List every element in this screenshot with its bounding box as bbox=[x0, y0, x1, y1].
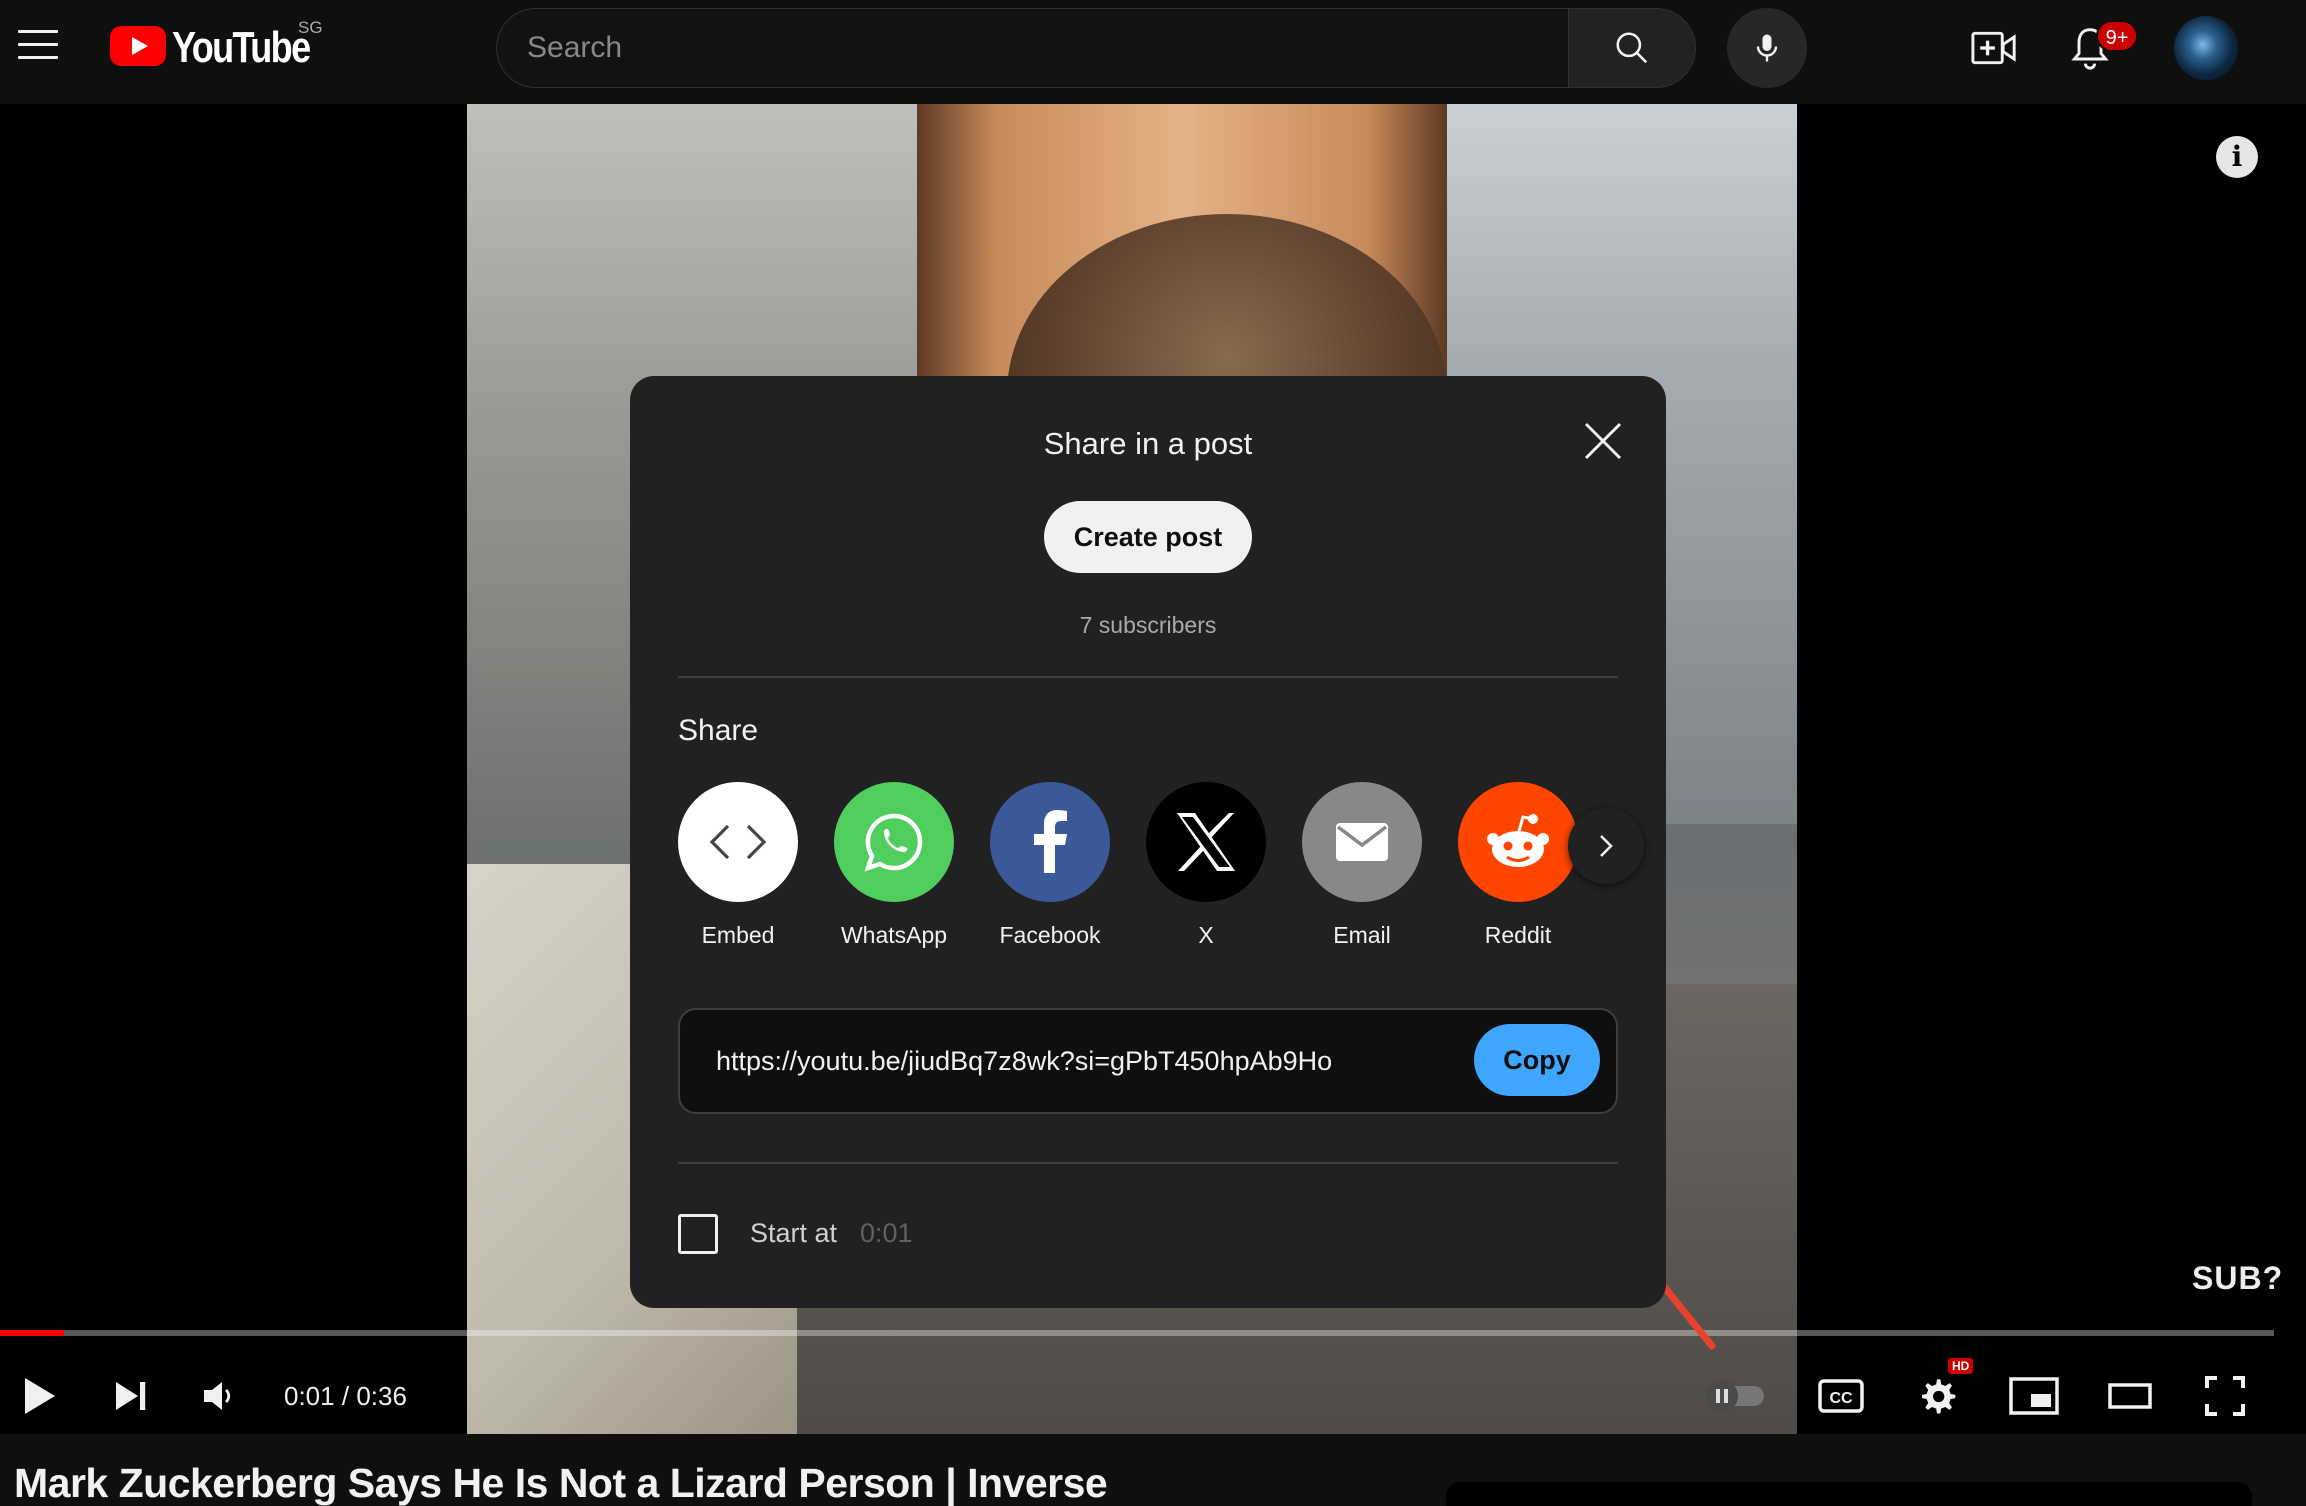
dialog-title: Share in a post bbox=[1043, 426, 1253, 461]
create-post-button[interactable]: Create post bbox=[1044, 501, 1252, 573]
whatsapp-icon bbox=[834, 782, 954, 902]
volume-button[interactable] bbox=[196, 1366, 240, 1426]
notification-count-badge: 9+ bbox=[2096, 20, 2138, 52]
country-code: SG bbox=[298, 18, 323, 37]
share-target-label: Embed bbox=[701, 922, 775, 948]
video-add-icon bbox=[1971, 31, 2016, 65]
theater-mode-button[interactable] bbox=[2106, 1366, 2154, 1426]
share-dialog: Share in a post Create post 7 subscriber… bbox=[630, 376, 1666, 1308]
closed-captions-icon: CC bbox=[1818, 1379, 1864, 1413]
progress-bar[interactable] bbox=[0, 1330, 2274, 1336]
fullscreen-icon bbox=[2205, 1376, 2245, 1416]
search-box bbox=[496, 8, 1570, 88]
search-icon bbox=[1616, 32, 1648, 64]
settings-button[interactable]: HD bbox=[1912, 1358, 1974, 1426]
embed-icon bbox=[678, 782, 798, 902]
miniplayer-button[interactable] bbox=[2008, 1366, 2060, 1426]
create-video-button[interactable] bbox=[1970, 26, 2018, 70]
chevron-right-icon bbox=[1600, 835, 1613, 857]
x-logo-icon bbox=[1146, 782, 1266, 902]
svg-text:CC: CC bbox=[1829, 1390, 1853, 1407]
search-input[interactable] bbox=[527, 9, 1527, 87]
time-separator: / bbox=[341, 1381, 350, 1411]
share-x-button[interactable]: X bbox=[1144, 782, 1268, 949]
share-url-field[interactable]: https://youtu.be/jiudBq7z8wk?si=gPbT450h… bbox=[716, 1010, 1386, 1112]
fullscreen-button[interactable] bbox=[2200, 1366, 2250, 1426]
autoplay-toggle[interactable] bbox=[1700, 1366, 1770, 1426]
play-button[interactable] bbox=[14, 1366, 64, 1426]
menu-icon[interactable] bbox=[18, 30, 58, 64]
share-email-button[interactable]: Email bbox=[1300, 782, 1424, 949]
share-facebook-button[interactable]: Facebook bbox=[988, 782, 1112, 949]
gear-icon bbox=[1922, 1379, 1956, 1414]
top-bar: YouTube SG 9+ bbox=[0, 0, 2306, 104]
share-section-label: Share bbox=[678, 714, 759, 747]
info-icon[interactable]: i bbox=[2216, 136, 2258, 178]
start-at-label: Start at bbox=[750, 1218, 838, 1248]
autoplay-pause-icon bbox=[1706, 1380, 1764, 1412]
hd-badge: HD bbox=[1948, 1358, 1974, 1374]
share-embed-button[interactable]: Embed bbox=[676, 782, 800, 949]
progress-fill bbox=[0, 1330, 64, 1336]
email-icon bbox=[1302, 782, 1422, 902]
share-target-label: Reddit bbox=[1484, 922, 1552, 948]
facebook-icon bbox=[990, 782, 1110, 902]
subscriber-count: 7 subscribers bbox=[1079, 612, 1217, 638]
start-at-checkbox[interactable] bbox=[678, 1214, 718, 1254]
theater-mode-icon bbox=[2108, 1383, 2152, 1409]
captions-button[interactable]: CC bbox=[1816, 1366, 1866, 1426]
microphone-icon bbox=[1756, 34, 1778, 62]
share-target-label: Facebook bbox=[999, 922, 1101, 948]
share-target-label: X bbox=[1198, 922, 1214, 948]
start-at-time[interactable]: 0:01 bbox=[860, 1218, 913, 1249]
next-button[interactable] bbox=[108, 1366, 152, 1426]
subscribe-watermark: SUB? bbox=[2192, 1260, 2284, 1296]
copy-button[interactable]: Copy bbox=[1474, 1024, 1600, 1096]
share-url-box: https://youtu.be/jiudBq7z8wk?si=gPbT450h… bbox=[678, 1008, 1618, 1114]
share-whatsapp-button[interactable]: WhatsApp bbox=[832, 782, 956, 949]
miniplayer-icon bbox=[2009, 1377, 2059, 1415]
share-target-label: WhatsApp bbox=[840, 922, 948, 948]
close-icon bbox=[1584, 422, 1622, 460]
next-icon bbox=[116, 1382, 146, 1410]
time-current: 0:01 bbox=[284, 1381, 335, 1411]
divider bbox=[678, 1162, 1618, 1164]
logo-text: YouTube bbox=[172, 23, 311, 72]
player-controls: 0:01 / 0:36 CC HD bbox=[0, 1356, 2306, 1434]
share-next-button[interactable] bbox=[1568, 808, 1644, 884]
divider bbox=[678, 676, 1618, 678]
youtube-play-logo-icon bbox=[110, 26, 166, 66]
reddit-icon bbox=[1458, 782, 1578, 902]
volume-icon bbox=[204, 1382, 231, 1410]
side-panel bbox=[1446, 1482, 2252, 1506]
close-button[interactable] bbox=[1578, 416, 1628, 466]
search-button[interactable] bbox=[1568, 8, 1696, 88]
play-icon bbox=[25, 1378, 55, 1414]
voice-search-button[interactable] bbox=[1727, 8, 1807, 88]
share-target-label: Email bbox=[1333, 922, 1391, 948]
account-avatar[interactable] bbox=[2174, 16, 2238, 80]
video-title: Mark Zuckerberg Says He Is Not a Lizard … bbox=[14, 1460, 1108, 1506]
time-total: 0:36 bbox=[356, 1381, 407, 1411]
time-display: 0:01 / 0:36 bbox=[284, 1372, 407, 1420]
share-reddit-button[interactable]: Reddit bbox=[1456, 782, 1580, 949]
